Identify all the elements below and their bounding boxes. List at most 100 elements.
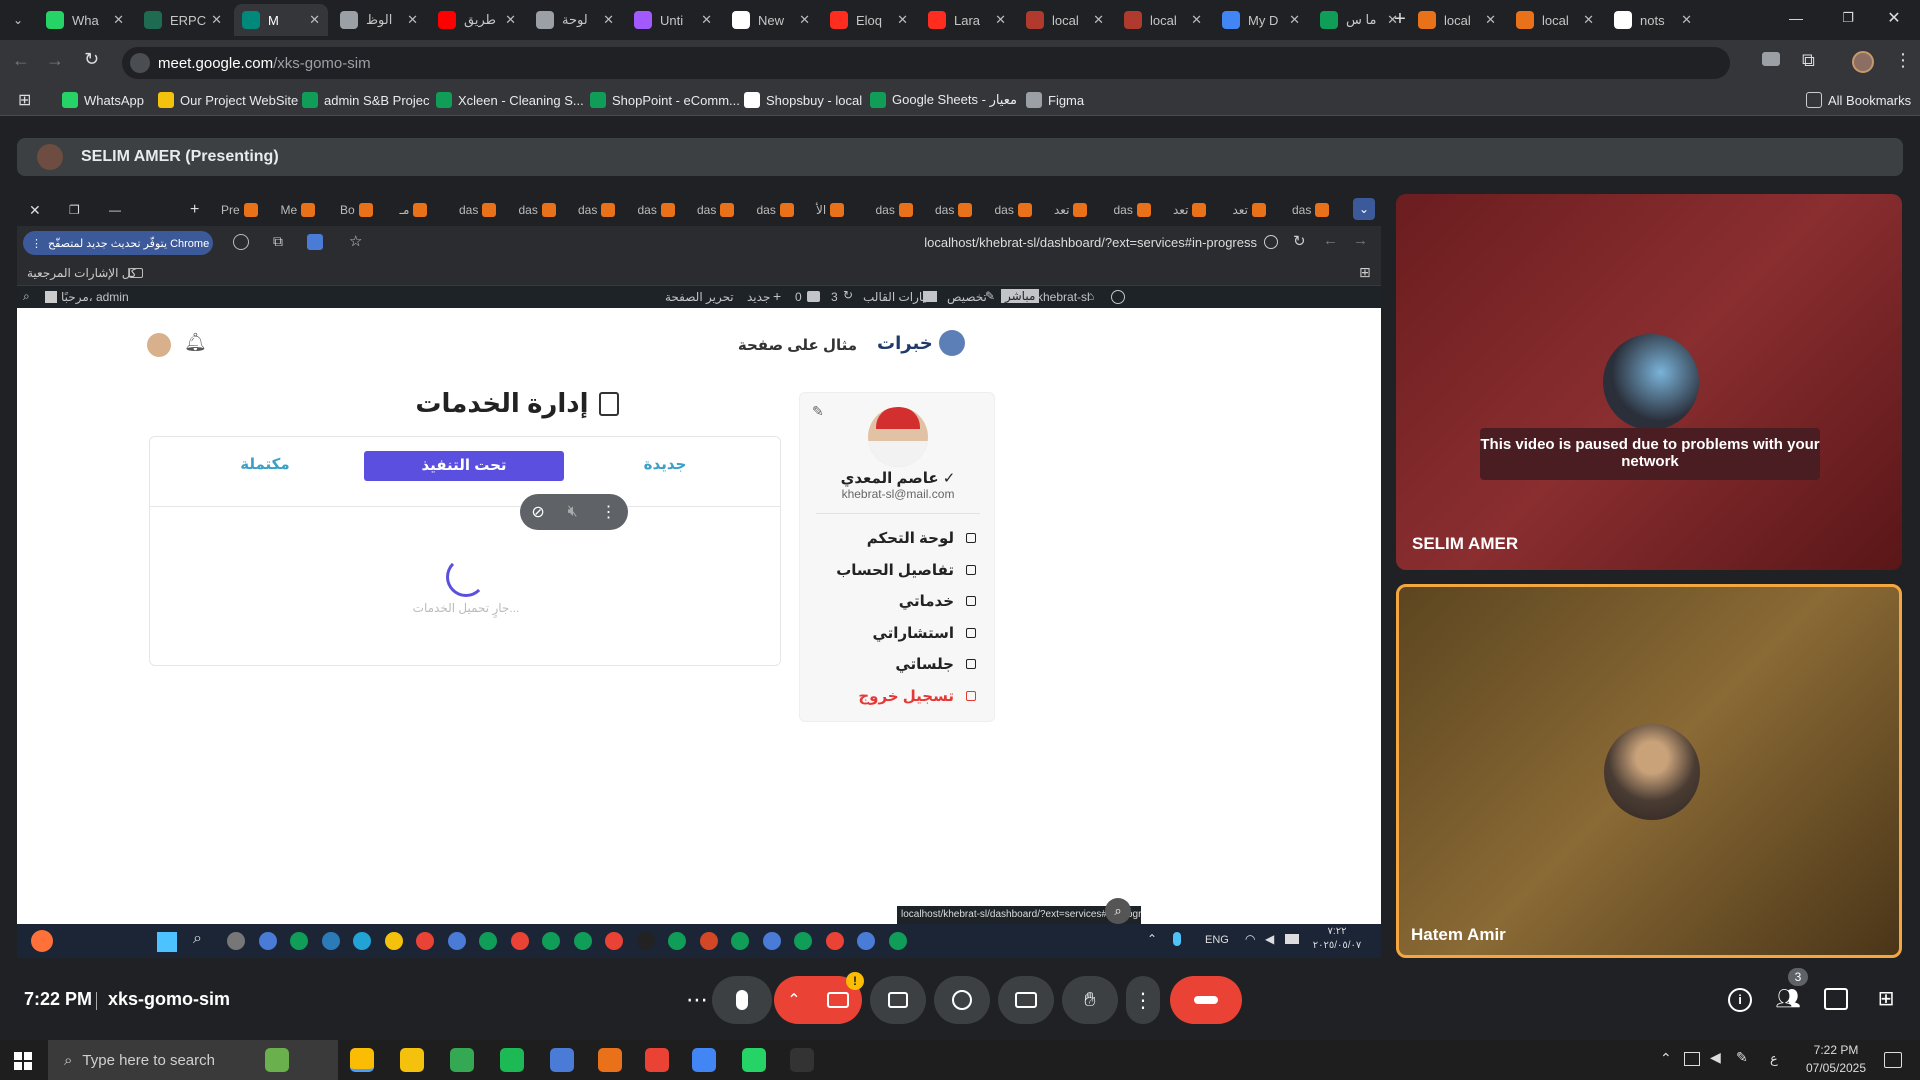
spotify-icon[interactable] bbox=[500, 1048, 524, 1072]
participant-tile-selim[interactable]: This video is paused due to problems wit… bbox=[1396, 194, 1902, 570]
mute-icon[interactable]: 🔇︎ bbox=[568, 503, 578, 521]
site-info-icon[interactable] bbox=[130, 53, 150, 73]
meeting-info-button[interactable]: i bbox=[1728, 988, 1752, 1012]
tab-close-icon[interactable]: ✕ bbox=[701, 12, 712, 28]
present-button[interactable] bbox=[998, 976, 1054, 1024]
minimize-button[interactable]: — bbox=[1786, 10, 1806, 30]
reload-icon[interactable]: ↻ bbox=[84, 49, 99, 70]
raise-hand-button[interactable]: ✋︎ bbox=[1062, 976, 1118, 1024]
bookmark-item[interactable]: Figma bbox=[1026, 91, 1084, 109]
bookmark-item[interactable]: Shopsbuy - local bbox=[744, 91, 862, 109]
tab-close-icon[interactable]: ✕ bbox=[113, 12, 124, 28]
tray-volume-icon[interactable]: ◀ bbox=[1710, 1049, 1721, 1066]
chrome-alt-icon[interactable] bbox=[692, 1048, 716, 1072]
bookmark-item[interactable]: WhatsApp bbox=[62, 91, 144, 109]
notifications-icon[interactable] bbox=[1884, 1052, 1902, 1068]
tab-close-icon[interactable]: ✕ bbox=[1093, 12, 1104, 28]
chrome-icon[interactable] bbox=[350, 1048, 374, 1072]
people-button[interactable]: 👥︎ bbox=[1774, 986, 1802, 1014]
close-window-button[interactable]: ✕ bbox=[1884, 8, 1904, 28]
browser-tab[interactable]: local ✕ bbox=[1018, 4, 1112, 36]
profile-avatar[interactable] bbox=[1852, 51, 1874, 73]
sidebar-item[interactable]: استشاراتي bbox=[820, 624, 976, 642]
browser-tab[interactable]: Wha ✕ bbox=[38, 4, 132, 36]
bookmark-item[interactable]: ShopPoint - eComm... bbox=[590, 91, 740, 109]
pin-off-icon[interactable]: ⊘ bbox=[531, 502, 544, 522]
forward-icon[interactable]: → bbox=[46, 50, 64, 71]
browser-tab[interactable]: Eloq ✕ bbox=[822, 4, 916, 36]
browser-tab[interactable]: M ✕ bbox=[234, 4, 328, 36]
sidebar-item[interactable]: لوحة التحكم bbox=[820, 529, 976, 547]
chat-button[interactable] bbox=[1824, 988, 1848, 1010]
tab-close-icon[interactable]: ✕ bbox=[309, 12, 320, 28]
browser-tab[interactable]: New ✕ bbox=[724, 4, 818, 36]
file-explorer-icon[interactable] bbox=[400, 1048, 424, 1072]
chrome-app-icon[interactable] bbox=[645, 1048, 669, 1072]
participant-tile-hatem[interactable]: Hatem Amir bbox=[1396, 584, 1902, 958]
tray-date[interactable]: 07/05/2025 bbox=[1796, 1061, 1876, 1075]
tray-pen-icon[interactable]: ✎ bbox=[1736, 1049, 1748, 1066]
overlay-more-icon[interactable]: ⋮ bbox=[601, 502, 617, 522]
tab-close-icon[interactable]: ✕ bbox=[1681, 12, 1692, 28]
browser-tab[interactable]: local ✕ bbox=[1410, 4, 1504, 36]
browser-tab[interactable]: Lara ✕ bbox=[920, 4, 1014, 36]
tab-close-icon[interactable]: ✕ bbox=[799, 12, 810, 28]
more-options-button[interactable]: ⋯ bbox=[680, 985, 714, 1019]
more-actions-button[interactable]: ⋮ bbox=[1126, 976, 1160, 1024]
activities-button[interactable]: ⊞ bbox=[1872, 986, 1900, 1014]
browser-tab[interactable]: local ✕ bbox=[1508, 4, 1602, 36]
browser-tab[interactable]: لوحة ✕ bbox=[528, 4, 622, 36]
sidebar-item[interactable]: خدماتي bbox=[820, 592, 976, 610]
camera-options-button[interactable]: ⌃ bbox=[774, 976, 814, 1024]
tab-close-icon[interactable]: ✕ bbox=[603, 12, 614, 28]
tab-close-icon[interactable]: ✕ bbox=[1289, 12, 1300, 28]
taskbar-search-box[interactable]: ⌕ Type here to search bbox=[48, 1040, 338, 1080]
extensions-icon[interactable]: ⧉ bbox=[1802, 50, 1815, 71]
sidebar-item[interactable]: جلساتي bbox=[820, 655, 976, 673]
microphone-button[interactable] bbox=[712, 976, 772, 1024]
tab-close-icon[interactable]: ✕ bbox=[1583, 12, 1594, 28]
browser-tab[interactable]: Unti ✕ bbox=[626, 4, 720, 36]
sidebar-item[interactable]: تفاصيل الحساب bbox=[820, 561, 976, 579]
bookmark-item[interactable]: admin S&B Projec bbox=[302, 91, 430, 109]
tab-close-icon[interactable]: ✕ bbox=[211, 12, 222, 28]
browser-tab[interactable]: ERPC ✕ bbox=[136, 4, 230, 36]
tray-time[interactable]: 7:22 PM bbox=[1796, 1043, 1876, 1057]
tab-close-icon[interactable]: ✕ bbox=[1485, 12, 1496, 28]
bookmark-item[interactable]: Xcleen - Cleaning S... bbox=[436, 91, 584, 109]
tab-completed[interactable]: مكتملة bbox=[180, 455, 350, 473]
terminal-icon[interactable] bbox=[790, 1048, 814, 1072]
tray-language[interactable]: ع bbox=[1770, 1051, 1778, 1067]
tab-close-icon[interactable]: ✕ bbox=[1191, 12, 1202, 28]
browser-tab[interactable]: الوظ ✕ bbox=[332, 4, 426, 36]
tab-in-progress[interactable]: تحت التنفيذ bbox=[364, 451, 564, 481]
tab-close-icon[interactable]: ✕ bbox=[995, 12, 1006, 28]
chrome-profile-icon[interactable] bbox=[450, 1048, 474, 1072]
tab-close-icon[interactable]: ✕ bbox=[505, 12, 516, 28]
tab-new[interactable]: جديدة bbox=[580, 455, 750, 473]
new-tab-button[interactable]: + bbox=[1388, 8, 1412, 32]
whatsapp-icon[interactable] bbox=[742, 1048, 766, 1072]
tray-chevron-icon[interactable]: ⌃ bbox=[1660, 1050, 1672, 1067]
tab-search-icon[interactable]: ⌄ bbox=[8, 10, 28, 30]
all-bookmarks[interactable]: All Bookmarks bbox=[1806, 91, 1911, 109]
browser-tab[interactable]: My D ✕ bbox=[1214, 4, 1308, 36]
browser-tab[interactable]: طريق ✕ bbox=[430, 4, 524, 36]
camera-icon[interactable] bbox=[1762, 52, 1780, 66]
apps-grid-icon[interactable]: ⊞ bbox=[18, 90, 31, 110]
bookmark-item[interactable]: Google Sheets - معيار bbox=[870, 91, 1017, 109]
windows-start-icon[interactable] bbox=[14, 1052, 32, 1070]
browser-tab[interactable]: local ✕ bbox=[1116, 4, 1210, 36]
tab-close-icon[interactable]: ✕ bbox=[407, 12, 418, 28]
reactions-button[interactable] bbox=[934, 976, 990, 1024]
sidebar-item[interactable]: تسجيل خروج bbox=[820, 687, 976, 705]
tab-close-icon[interactable]: ✕ bbox=[897, 12, 908, 28]
sublime-icon[interactable] bbox=[598, 1048, 622, 1072]
tray-network-icon[interactable] bbox=[1684, 1052, 1700, 1066]
leave-call-button[interactable] bbox=[1170, 976, 1242, 1024]
chrome-menu-icon[interactable]: ⋮ bbox=[1894, 50, 1912, 71]
browser-tab[interactable]: nots ✕ bbox=[1606, 4, 1700, 36]
coffee-app-icon[interactable] bbox=[265, 1048, 289, 1072]
back-icon[interactable]: ← bbox=[12, 50, 30, 71]
restore-button[interactable]: ❐ bbox=[1838, 10, 1858, 30]
